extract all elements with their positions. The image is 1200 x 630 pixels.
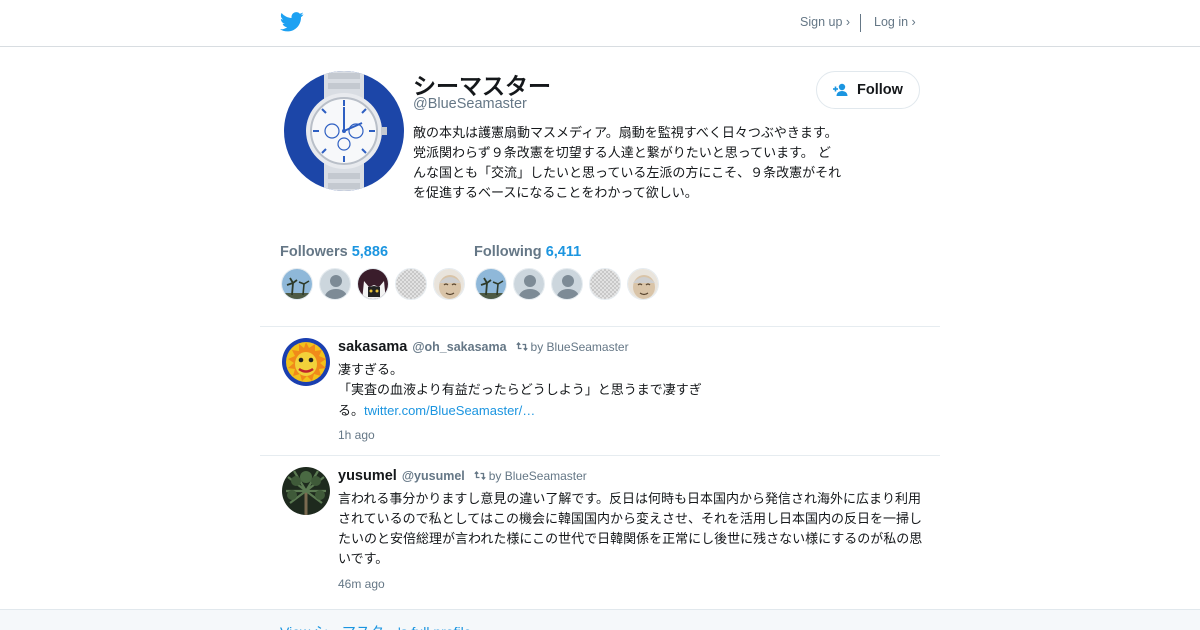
following-stat[interactable]: Following 6,411 bbox=[474, 244, 581, 260]
tweet-text: 言われる事分かりますし意見の違い了解です。反日は何時も日本国内から発信され海外に… bbox=[338, 492, 923, 567]
follow-button[interactable]: Follow bbox=[816, 71, 920, 109]
following-count: 6,411 bbox=[545, 244, 582, 260]
profile-handle: @BlueSeamaster bbox=[413, 96, 527, 112]
follower-avatar[interactable] bbox=[395, 268, 427, 300]
follower-avatar[interactable] bbox=[281, 268, 313, 300]
tweet-author-avatar[interactable] bbox=[282, 338, 330, 386]
following-avatar[interactable] bbox=[551, 268, 583, 300]
tweet-author-handle[interactable]: @oh_sakasama bbox=[412, 340, 506, 354]
tweet-text-line-with-link: る。twitter.com/BlueSeamaster/… bbox=[338, 401, 702, 422]
view-full-profile-link[interactable]: View シーマスター's full profile → bbox=[280, 622, 489, 630]
profile-avatar[interactable] bbox=[284, 71, 404, 191]
tweet-author-handle[interactable]: @yusumel bbox=[402, 469, 465, 483]
tweet-author-name[interactable]: sakasama bbox=[338, 339, 407, 355]
tweet-text-fragment: る。 bbox=[338, 404, 365, 419]
profile-bio: 敵の本丸は護憲扇動マスメディア。扇動を監視すべく日々つぶやきます。 党派関わらず… bbox=[413, 126, 842, 201]
tweet-text: 凄すぎる。 「実査の血液より有益だったらどうしよう」と思うまで凄すぎ る。twi… bbox=[338, 361, 702, 422]
retweeted-by[interactable]: by BlueSeamaster bbox=[531, 340, 629, 354]
retweet-icon bbox=[515, 342, 528, 351]
followers-stat[interactable]: Followers 5,886 bbox=[280, 244, 388, 260]
follower-avatar[interactable] bbox=[357, 268, 389, 300]
follow-person-plus-icon bbox=[833, 83, 848, 96]
retweet-context: by BlueSeamaster bbox=[515, 340, 629, 354]
following-label: Following bbox=[474, 244, 542, 260]
login-link[interactable]: Log in › bbox=[874, 15, 916, 29]
twitter-bird-icon[interactable] bbox=[280, 12, 304, 32]
tweet-text-line: 「実査の血液より有益だったらどうしよう」と思うまで凄すぎ bbox=[338, 383, 702, 398]
following-avatar[interactable] bbox=[627, 268, 659, 300]
following-avatar[interactable] bbox=[475, 268, 507, 300]
tweet-timestamp[interactable]: 1h ago bbox=[338, 428, 375, 442]
retweet-context: by BlueSeamaster bbox=[474, 469, 587, 483]
tweet-author-name[interactable]: yusumel bbox=[338, 468, 397, 484]
tweet-header: yusumel @yusumel by BlueSeamaster bbox=[338, 468, 587, 484]
following-avatar[interactable] bbox=[589, 268, 621, 300]
tweet-header: sakasama @oh_sakasama by BlueSeamaster bbox=[338, 339, 629, 355]
tweet-link[interactable]: twitter.com/BlueSeamaster/… bbox=[364, 403, 535, 418]
follower-avatar[interactable] bbox=[319, 268, 351, 300]
tweet-text-line: 凄すぎる。 bbox=[338, 363, 404, 378]
footer: View シーマスター's full profile → bbox=[0, 609, 1200, 630]
top-bar: Sign up › Log in › bbox=[0, 0, 1200, 47]
divider bbox=[260, 326, 940, 327]
nav-divider bbox=[860, 14, 861, 32]
follow-button-label: Follow bbox=[857, 82, 903, 98]
followers-count: 5,886 bbox=[351, 244, 389, 260]
watch-avatar-image bbox=[284, 71, 404, 191]
signup-link[interactable]: Sign up › bbox=[800, 15, 850, 29]
tweet-author-avatar[interactable] bbox=[282, 467, 330, 515]
follower-avatar[interactable] bbox=[433, 268, 465, 300]
retweeted-by[interactable]: by BlueSeamaster bbox=[489, 469, 587, 483]
following-avatar[interactable] bbox=[513, 268, 545, 300]
retweet-icon bbox=[474, 471, 486, 480]
tweet-timestamp[interactable]: 46m ago bbox=[338, 577, 385, 591]
divider bbox=[260, 455, 940, 456]
followers-label: Followers bbox=[280, 244, 348, 260]
